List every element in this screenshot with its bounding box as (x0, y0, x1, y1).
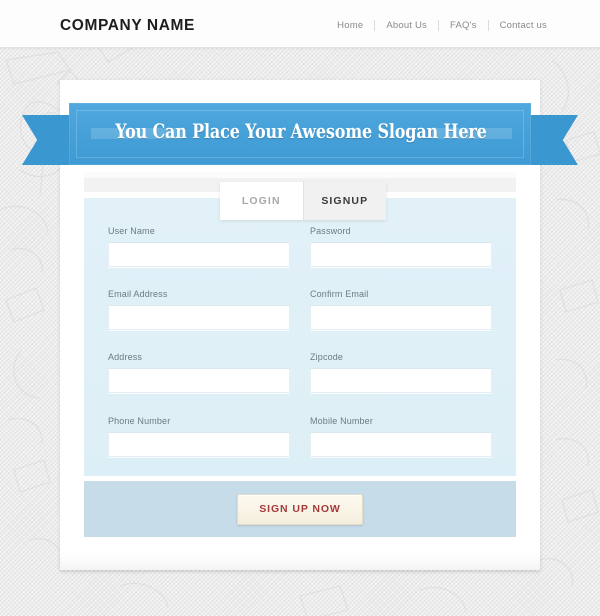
field-zipcode: Zipcode (310, 352, 492, 393)
sign-up-now-button[interactable]: SIGN UP NOW (237, 493, 363, 525)
zipcode-input[interactable] (310, 368, 492, 393)
nav-item-home[interactable]: Home (326, 20, 374, 31)
field-label-confirm-email: Confirm Email (310, 289, 369, 299)
site-header: COMPANY NAME Home About Us FAQ's Contact… (0, 0, 600, 48)
site-logo: COMPANY NAME (60, 17, 195, 34)
field-label-address: Address (108, 352, 143, 362)
user-name-input[interactable] (108, 242, 290, 267)
slogan-ribbon: You Can Place Your Awesome Slogan Here (0, 103, 600, 165)
field-label-email-address: Email Address (108, 289, 168, 299)
field-user-name: User Name (108, 226, 290, 267)
page-root: COMPANY NAME Home About Us FAQ's Contact… (0, 0, 600, 616)
field-password: Password (310, 226, 492, 267)
confirm-email-input[interactable] (310, 305, 492, 330)
page-card-footer (60, 553, 540, 570)
field-label-mobile-number: Mobile Number (310, 416, 373, 426)
tab-login[interactable]: LOGIN (220, 182, 303, 220)
form-action-strip: SIGN UP NOW (84, 481, 516, 537)
phone-number-input[interactable] (108, 432, 290, 457)
field-label-password: Password (310, 226, 351, 236)
field-mobile-number: Mobile Number (310, 416, 492, 457)
main-navigation: Home About Us FAQ's Contact us (326, 20, 558, 31)
signup-form-panel: User Name Password Email Address Confirm… (84, 198, 516, 476)
address-input[interactable] (108, 368, 290, 393)
nav-item-about-us[interactable]: About Us (375, 20, 438, 31)
tab-signup[interactable]: SIGNUP (302, 182, 386, 220)
email-address-input[interactable] (108, 305, 290, 330)
password-input[interactable] (310, 242, 492, 267)
form-top-bar-highlight (84, 172, 516, 178)
field-email-address: Email Address (108, 289, 290, 330)
ribbon-band: You Can Place Your Awesome Slogan Here (69, 103, 531, 165)
field-label-user-name: User Name (108, 226, 155, 236)
field-address: Address (108, 352, 290, 393)
nav-item-faqs[interactable]: FAQ's (439, 20, 488, 31)
field-confirm-email: Confirm Email (310, 289, 492, 330)
slogan-text: You Can Place Your Awesome Slogan Here (115, 119, 487, 143)
field-phone-number: Phone Number (108, 416, 290, 457)
auth-tabs: LOGIN SIGNUP (220, 182, 386, 220)
nav-item-contact-us[interactable]: Contact us (489, 20, 558, 31)
field-label-zipcode: Zipcode (310, 352, 344, 362)
field-label-phone-number: Phone Number (108, 416, 171, 426)
mobile-number-input[interactable] (310, 432, 492, 457)
